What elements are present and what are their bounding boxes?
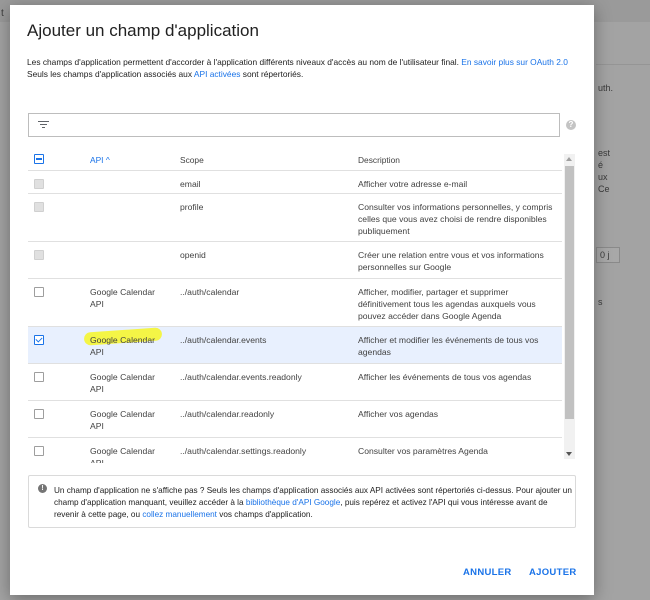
help-icon[interactable]: ? bbox=[566, 120, 576, 130]
paste-manually-link[interactable]: collez manuellement bbox=[142, 510, 217, 519]
table-row[interactable]: openid Créer une relation entre vous et … bbox=[28, 242, 562, 279]
enabled-apis-link[interactable]: API activées bbox=[194, 69, 241, 79]
row-scope: profile bbox=[180, 202, 204, 212]
description-text: Seuls les champs d'application associés … bbox=[27, 69, 193, 79]
row-description: Créer une relation entre vous et vos inf… bbox=[358, 250, 544, 272]
table-row[interactable]: email Afficher votre adresse e-mail bbox=[28, 171, 562, 194]
row-scope: ../auth/calendar.events.readonly bbox=[180, 372, 302, 382]
column-header-description: Description bbox=[358, 155, 400, 165]
background-fragment: t bbox=[1, 8, 4, 19]
table-row[interactable]: Google Calendar API ../auth/calendar.set… bbox=[28, 438, 562, 463]
row-api: Google Calendar API bbox=[90, 287, 155, 309]
info-box: ! Un champ d'application ne s'affiche pa… bbox=[28, 475, 576, 528]
dialog-description: Les champs d'application permettent d'ac… bbox=[27, 56, 589, 80]
select-all-checkbox[interactable] bbox=[34, 154, 44, 164]
row-description: Afficher votre adresse e-mail bbox=[358, 179, 468, 189]
scopes-table: API ^ Scope Description email Afficher v… bbox=[28, 148, 562, 463]
info-icon: ! bbox=[38, 484, 47, 493]
background-fragment: 0 j bbox=[600, 250, 610, 260]
description-text: sont répertoriés. bbox=[242, 69, 304, 79]
row-description: Afficher et modifier les événements de t… bbox=[358, 335, 539, 357]
scroll-down-icon[interactable] bbox=[566, 452, 572, 456]
row-description: Afficher vos agendas bbox=[358, 409, 439, 419]
row-scope: ../auth/calendar.events bbox=[180, 335, 267, 345]
background-fragment: Ce bbox=[598, 184, 610, 194]
background-fragment: s bbox=[598, 297, 603, 307]
cancel-button[interactable]: ANNULER bbox=[463, 567, 512, 578]
row-api: Google Calendar API bbox=[90, 372, 155, 394]
background-fragment: é bbox=[598, 160, 604, 170]
table-row[interactable]: Google Calendar API ../auth/calendar Aff… bbox=[28, 279, 562, 327]
column-header-scope: Scope bbox=[180, 155, 204, 165]
table-scrollbar[interactable] bbox=[564, 154, 575, 459]
background-divider bbox=[596, 64, 650, 65]
row-api: Google Calendar API bbox=[90, 335, 155, 357]
info-text: Un champ d'application ne s'affiche pas … bbox=[54, 485, 574, 521]
row-description: Afficher les événements de tous vos agen… bbox=[358, 372, 532, 382]
scroll-up-icon[interactable] bbox=[566, 157, 572, 161]
api-library-link[interactable]: bibliothèque d'API Google bbox=[246, 498, 340, 507]
row-description: Consulter vos informations personnelles,… bbox=[358, 202, 553, 236]
row-checkbox bbox=[34, 179, 44, 189]
table-row[interactable]: profile Consulter vos informations perso… bbox=[28, 194, 562, 242]
background-field: 0 j bbox=[596, 247, 620, 263]
row-checkbox[interactable] bbox=[34, 446, 44, 456]
row-scope: ../auth/calendar.readonly bbox=[180, 409, 275, 419]
scrollbar-thumb[interactable] bbox=[565, 166, 574, 419]
row-checkbox bbox=[34, 250, 44, 260]
add-scope-dialog: Ajouter un champ d'application Les champ… bbox=[10, 5, 594, 595]
row-scope: ../auth/calendar.settings.readonly bbox=[180, 446, 307, 456]
table-row-selected[interactable]: Google Calendar API ../auth/calendar.eve… bbox=[28, 327, 562, 364]
description-text: Les champs d'application permettent d'ac… bbox=[27, 57, 459, 67]
row-checkbox[interactable] bbox=[34, 409, 44, 419]
sort-arrow-up-icon: ^ bbox=[105, 155, 110, 165]
column-header-api[interactable]: API ^ bbox=[90, 155, 110, 165]
learn-more-oauth-link[interactable]: En savoir plus sur OAuth 2.0 bbox=[461, 57, 568, 67]
row-description: Consulter vos paramètres Agenda bbox=[358, 446, 488, 456]
row-scope: ../auth/calendar bbox=[180, 287, 240, 297]
background-fragment: est bbox=[598, 148, 611, 158]
table-row[interactable]: Google Calendar API ../auth/calendar.eve… bbox=[28, 364, 562, 401]
background-fragment: ux bbox=[598, 172, 608, 182]
row-scope: email bbox=[180, 179, 201, 189]
row-checkbox bbox=[34, 202, 44, 212]
dialog-title: Ajouter un champ d'application bbox=[27, 21, 259, 40]
row-checkbox-checked[interactable] bbox=[34, 335, 44, 345]
table-header: API ^ Scope Description bbox=[28, 148, 562, 171]
row-checkbox[interactable] bbox=[34, 372, 44, 382]
row-api: Google Calendar API bbox=[90, 409, 155, 431]
row-api: Google Calendar API bbox=[90, 446, 155, 463]
table-row[interactable]: Google Calendar API ../auth/calendar.rea… bbox=[28, 401, 562, 438]
row-description: Afficher, modifier, partager et supprime… bbox=[358, 287, 536, 321]
add-button[interactable]: AJOUTER bbox=[529, 567, 577, 578]
filter-icon[interactable] bbox=[38, 121, 49, 130]
info-text-part: vos champs d'application. bbox=[219, 510, 313, 519]
background-fragment: uth. bbox=[598, 83, 614, 93]
row-checkbox[interactable] bbox=[34, 287, 44, 297]
row-scope: openid bbox=[180, 250, 206, 260]
filter-input[interactable] bbox=[28, 113, 560, 137]
